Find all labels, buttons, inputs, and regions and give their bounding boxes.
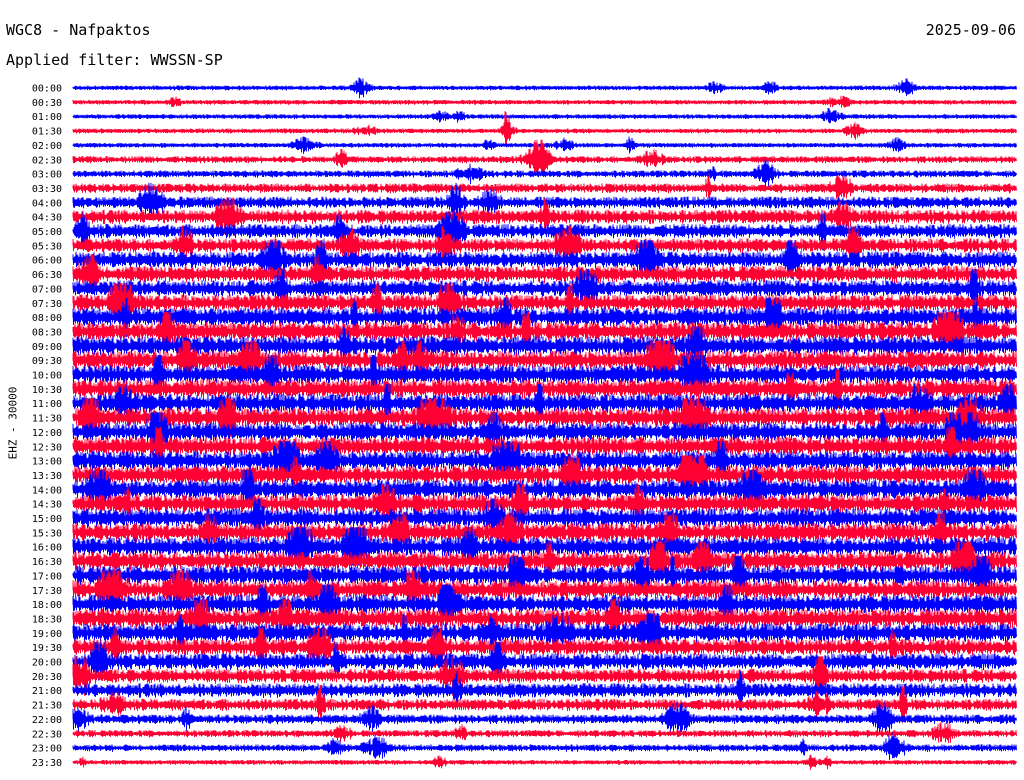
time-tick-label: 01:00	[32, 112, 62, 123]
time-tick-label: 15:30	[32, 528, 62, 539]
time-tick-label: 08:30	[32, 327, 62, 338]
time-tick-label: 02:30	[32, 155, 62, 166]
time-tick-label: 19:00	[32, 629, 62, 640]
time-tick-label: 14:30	[32, 500, 62, 511]
time-tick-label: 03:30	[32, 184, 62, 195]
time-tick-label: 22:30	[32, 729, 62, 740]
helicorder-plot: 00:00 00:30 01:00 01:30 02:00 02:30 03:00 03:30…	[32, 77, 1017, 770]
time-tick-label: 00:00	[32, 84, 62, 95]
time-tick-label: 07:30	[32, 299, 62, 310]
time-tick-label: 10:30	[32, 385, 62, 396]
time-tick-label: 13:30	[32, 471, 62, 482]
time-tick-label: 15:00	[32, 514, 62, 525]
time-tick-label: 20:00	[32, 658, 62, 669]
trace-line	[72, 722, 1017, 744]
time-tick-label: 00:30	[32, 98, 62, 109]
trace-line	[72, 95, 1017, 108]
time-tick-label: 08:00	[32, 313, 62, 324]
time-tick-label: 03:00	[32, 170, 62, 181]
time-tick-label: 18:00	[32, 600, 62, 611]
time-tick-label: 23:00	[32, 744, 62, 755]
time-tick-label: 18:30	[32, 614, 62, 625]
trace-line	[72, 77, 1017, 99]
time-tick-label: 02:00	[32, 141, 62, 152]
time-tick-label: 19:30	[32, 643, 62, 654]
time-tick-label: 09:00	[32, 342, 62, 353]
time-tick-label: 04:30	[32, 213, 62, 224]
time-tick-label: 21:30	[32, 701, 62, 712]
time-tick-label: 22:00	[32, 715, 62, 726]
time-tick-label: 17:00	[32, 571, 62, 582]
time-tick-label: 12:00	[32, 428, 62, 439]
time-tick-label: 23:30	[32, 758, 62, 769]
time-tick-label: 05:00	[32, 227, 62, 238]
time-tick-label: 01:30	[32, 127, 62, 138]
time-tick-label: 13:00	[32, 457, 62, 468]
time-tick-label: 07:00	[32, 284, 62, 295]
time-tick-label: 12:30	[32, 442, 62, 453]
time-tick-label: 16:30	[32, 557, 62, 568]
time-tick-label: 11:30	[32, 414, 62, 425]
time-tick-label: 06:00	[32, 256, 62, 267]
time-tick-label: 10:00	[32, 371, 62, 382]
time-tick-label: 16:00	[32, 543, 62, 554]
time-tick-label: 06:30	[32, 270, 62, 281]
trace-line	[72, 754, 1017, 770]
time-tick-label: 05:30	[32, 241, 62, 252]
time-tick-label: 14:00	[32, 485, 62, 496]
time-tick-label: 09:30	[32, 356, 62, 367]
time-tick-label: 20:30	[32, 672, 62, 683]
trace-line	[72, 107, 1017, 124]
time-tick-label: 11:00	[32, 399, 62, 410]
time-tick-label: 21:00	[32, 686, 62, 697]
time-tick-label: 04:00	[32, 198, 62, 209]
time-tick-label: 17:30	[32, 586, 62, 597]
